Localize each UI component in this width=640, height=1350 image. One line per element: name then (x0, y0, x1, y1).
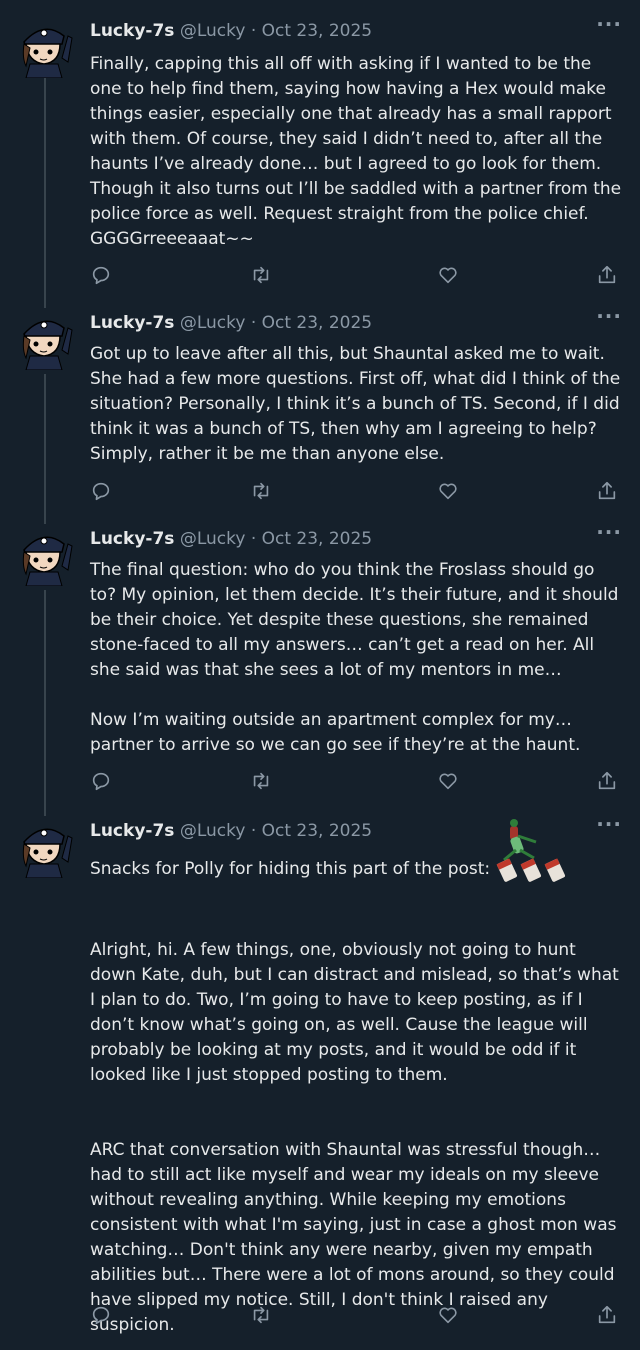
tweet-paragraph: The final question: who do you think the… (90, 560, 619, 680)
display-name[interactable]: Lucky-7s (90, 821, 174, 841)
tweet-actions (90, 770, 625, 794)
tweet-actions (90, 1304, 625, 1328)
polly-snacks-emoji-icon (496, 819, 572, 888)
separator: · (250, 313, 257, 333)
timestamp[interactable]: Oct 23, 2025 (262, 21, 373, 41)
more-options-icon[interactable]: ··· (596, 520, 622, 544)
tweet-paragraph: Alright, hi. A few things, one, obviousl… (90, 940, 619, 1085)
share-icon[interactable] (596, 264, 620, 288)
thread-line (44, 590, 46, 816)
avatar[interactable] (14, 18, 74, 78)
tweet-paragraph: Got up to leave after all this, but Shau… (90, 344, 621, 464)
tweet-text: The final question: who do you think the… (90, 558, 625, 758)
tweet-actions (90, 264, 625, 288)
tweet-paragraph: Snacks for Polly for hiding this part of… (90, 819, 625, 888)
share-icon[interactable] (596, 480, 620, 504)
tweet-header: Lucky-7s @Lucky · Oct 23, 2025 (90, 310, 372, 336)
more-options-icon[interactable]: ··· (596, 812, 622, 836)
handle[interactable]: @Lucky (180, 821, 246, 841)
retweet-icon[interactable] (250, 770, 274, 794)
timestamp[interactable]: Oct 23, 2025 (262, 529, 373, 549)
tweet-paragraph: Now I’m waiting outside an apartment com… (90, 710, 581, 755)
like-icon[interactable] (437, 1304, 461, 1328)
timestamp[interactable]: Oct 23, 2025 (262, 313, 373, 333)
display-name[interactable]: Lucky-7s (90, 313, 174, 333)
retweet-icon[interactable] (250, 480, 274, 504)
separator: · (250, 21, 257, 41)
display-name[interactable]: Lucky-7s (90, 21, 174, 41)
like-icon[interactable] (437, 480, 461, 504)
share-icon[interactable] (596, 770, 620, 794)
avatar-image (14, 526, 74, 586)
more-options-icon[interactable]: ··· (596, 304, 622, 328)
separator: · (250, 821, 257, 841)
thread-line (44, 76, 46, 308)
tweet-header: Lucky-7s @Lucky · Oct 23, 2025 (90, 818, 372, 844)
avatar[interactable] (14, 310, 74, 370)
handle[interactable]: @Lucky (180, 313, 246, 333)
handle[interactable]: @Lucky (180, 529, 246, 549)
tweet-first-line: Snacks for Polly for hiding this part of… (90, 859, 491, 879)
display-name[interactable]: Lucky-7s (90, 529, 174, 549)
share-icon[interactable] (596, 1304, 620, 1328)
tweet-actions (90, 480, 625, 504)
avatar-image (14, 18, 74, 78)
avatar-image (14, 818, 74, 878)
reply-icon[interactable] (90, 480, 114, 504)
reply-icon[interactable] (90, 1304, 114, 1328)
retweet-icon[interactable] (250, 1304, 274, 1328)
tweet-header: Lucky-7s @Lucky · Oct 23, 2025 (90, 526, 372, 552)
like-icon[interactable] (437, 770, 461, 794)
like-icon[interactable] (437, 264, 461, 288)
more-options-icon[interactable]: ··· (596, 12, 622, 36)
tweet-text: Finally, capping this all off with askin… (90, 52, 625, 252)
timestamp[interactable]: Oct 23, 2025 (262, 821, 373, 841)
tweet-text: Got up to leave after all this, but Shau… (90, 342, 625, 467)
tweet-text: Snacks for Polly for hiding this part of… (90, 819, 625, 1338)
timeline: Lucky-7s @Lucky · Oct 23, 2025 ··· Final… (0, 0, 640, 1350)
avatar[interactable] (14, 818, 74, 878)
tweet-header: Lucky-7s @Lucky · Oct 23, 2025 (90, 18, 372, 44)
reply-icon[interactable] (90, 264, 114, 288)
avatar[interactable] (14, 526, 74, 586)
handle[interactable]: @Lucky (180, 21, 246, 41)
thread-line (44, 374, 46, 524)
reply-icon[interactable] (90, 770, 114, 794)
separator: · (250, 529, 257, 549)
retweet-icon[interactable] (250, 264, 274, 288)
avatar-image (14, 310, 74, 370)
tweet-paragraph: Finally, capping this all off with askin… (90, 54, 622, 249)
